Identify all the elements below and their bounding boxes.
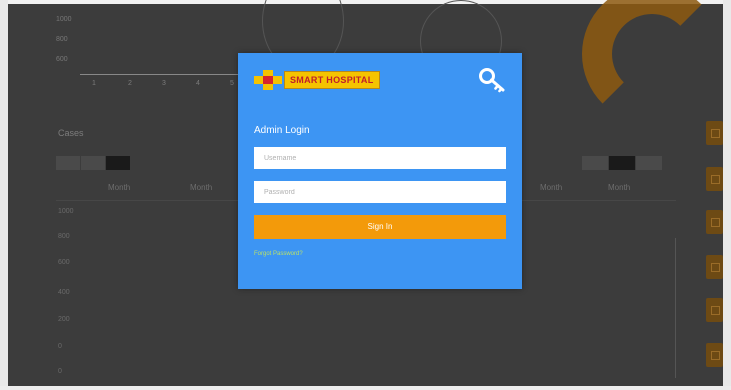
table-column-header: Month [190,183,213,192]
sidebar-button[interactable] [706,343,723,367]
logo-text: SMART HOSPITAL [284,71,380,89]
password-input[interactable] [254,181,506,203]
sign-in-button[interactable]: Sign In [254,215,506,239]
chart-x-tick: 5 [230,80,234,87]
chart-x-tick: 4 [196,80,200,87]
right-frame [723,0,731,390]
sidebar-icon [711,175,720,184]
row-label: 0 [58,368,62,375]
hospital-logo: SMART HOSPITAL [254,70,380,90]
left-tab-group[interactable] [56,156,131,170]
tab[interactable] [81,156,105,170]
tab[interactable] [56,156,80,170]
sidebar-icon [711,263,720,272]
tab-active[interactable] [106,156,130,170]
tab[interactable] [582,156,608,170]
chart-x-tick: 2 [128,80,132,87]
table-column-header: Month [108,183,131,192]
bottom-frame [0,386,731,390]
hospital-cross-icon [254,70,282,90]
forgot-password-link[interactable]: Forgot Password? [254,251,303,257]
login-title: Admin Login [254,125,310,136]
chart-y-tick: 600 [56,56,68,63]
sidebar-icon [711,129,720,138]
sidebar-button[interactable] [706,121,723,145]
row-label: 200 [58,316,70,323]
sidebar-button[interactable] [706,255,723,279]
row-label: 600 [58,259,70,266]
tab[interactable] [636,156,662,170]
sidebar-icon [711,306,720,315]
sidebar-button[interactable] [706,298,723,322]
chart-y-tick: 800 [56,36,68,43]
sidebar-icon [711,218,720,227]
chart-x-tick: 1 [92,80,96,87]
right-tab-group[interactable] [582,156,663,170]
username-input[interactable] [254,147,506,169]
sidebar-button[interactable] [706,210,723,234]
table-column-header: Month [540,183,563,192]
sidebar-button[interactable] [706,167,723,191]
left-frame [0,0,8,390]
row-label: 1000 [58,208,74,215]
admin-login-modal: SMART HOSPITAL Admin Login Sign In Forgo… [238,53,522,289]
row-label: 400 [58,289,70,296]
table-column-header: Month [608,183,631,192]
sidebar-icon [711,351,720,360]
chart-x-tick: 3 [162,80,166,87]
row-label: 800 [58,233,70,240]
row-label: 0 [58,343,62,350]
chart-y-tick: 1000 [56,16,72,23]
section-label: Cases [58,128,84,138]
key-icon [479,68,505,93]
tab-active[interactable] [609,156,635,170]
chart-divider [675,238,676,378]
